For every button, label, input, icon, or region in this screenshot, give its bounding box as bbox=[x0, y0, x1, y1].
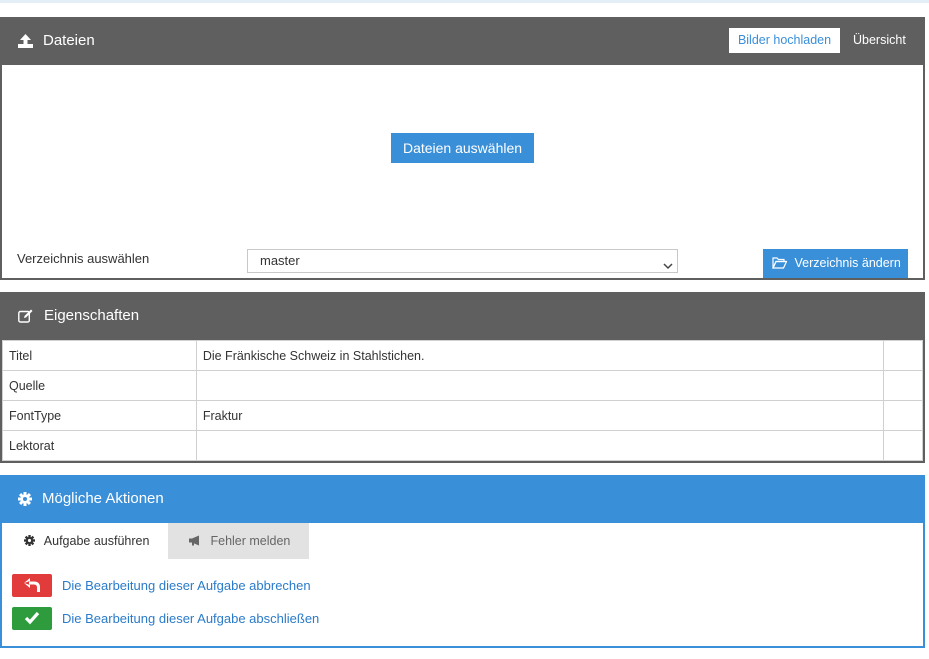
property-value bbox=[195, 430, 885, 461]
upload-images-button[interactable]: Bilder hochladen bbox=[729, 28, 840, 53]
table-row: Titel Die Fränkische Schweiz in Stahlsti… bbox=[2, 340, 923, 371]
property-extra bbox=[883, 370, 923, 401]
properties-panel: Eigenschaften Titel Die Fränkische Schwe… bbox=[0, 292, 925, 463]
top-strip bbox=[0, 0, 929, 3]
table-row: Quelle bbox=[2, 370, 923, 401]
actions-panel-header: Mögliche Aktionen bbox=[2, 475, 923, 523]
directory-select[interactable]: master bbox=[247, 249, 678, 273]
property-value: Fraktur bbox=[195, 400, 885, 431]
properties-table: Titel Die Fränkische Schweiz in Stahlsti… bbox=[2, 340, 923, 461]
files-panel: Dateien Bilder hochladen Übersicht Datei… bbox=[0, 17, 925, 280]
table-row: Lektorat bbox=[2, 430, 923, 461]
files-panel-header: Dateien Bilder hochladen Übersicht bbox=[2, 17, 923, 65]
table-row: FontType Fraktur bbox=[2, 400, 923, 431]
bullhorn-icon bbox=[188, 534, 210, 548]
tab-run-task[interactable]: Aufgabe ausführen bbox=[10, 523, 168, 559]
actions-panel: Mögliche Aktionen Aufgabe ausführen Fehl… bbox=[0, 475, 925, 648]
directory-label: Verzeichnis auswählen bbox=[17, 251, 150, 266]
finish-task-label: Die Bearbeitung dieser Aufgabe abschließ… bbox=[62, 611, 320, 626]
properties-panel-title: Eigenschaften bbox=[44, 307, 140, 324]
property-value bbox=[195, 370, 885, 401]
property-value: Die Fränkische Schweiz in Stahlstichen. bbox=[195, 340, 885, 371]
properties-panel-header: Eigenschaften bbox=[2, 292, 923, 340]
tab-report-error[interactable]: Fehler melden bbox=[168, 523, 309, 559]
property-key: FontType bbox=[2, 400, 197, 431]
directory-select-value: master bbox=[260, 253, 300, 268]
tab-report-error-label: Fehler melden bbox=[210, 534, 291, 548]
property-extra bbox=[883, 400, 923, 431]
property-extra bbox=[883, 340, 923, 371]
finish-badge bbox=[12, 607, 52, 630]
upload-icon bbox=[18, 34, 33, 48]
property-key: Quelle bbox=[2, 370, 197, 401]
select-files-button[interactable]: Dateien auswählen bbox=[391, 133, 534, 163]
gear-icon bbox=[24, 534, 44, 548]
files-panel-title: Dateien bbox=[43, 32, 95, 49]
abort-badge bbox=[12, 574, 52, 597]
property-key: Lektorat bbox=[2, 430, 197, 461]
change-directory-button[interactable]: Verzeichnis ändern bbox=[763, 249, 908, 278]
overview-link[interactable]: Übersicht bbox=[853, 33, 906, 47]
edit-icon bbox=[18, 309, 33, 323]
chevron-down-icon bbox=[663, 256, 673, 270]
property-extra bbox=[883, 430, 923, 461]
change-directory-label: Verzeichnis ändern bbox=[794, 256, 901, 270]
actions-panel-title: Mögliche Aktionen bbox=[42, 490, 164, 507]
property-key: Titel bbox=[2, 340, 197, 371]
abort-task-label: Die Bearbeitung dieser Aufgabe abbrechen bbox=[62, 578, 311, 593]
gear-icon bbox=[18, 492, 33, 506]
folder-open-icon bbox=[772, 256, 794, 270]
tab-run-task-label: Aufgabe ausführen bbox=[43, 534, 150, 548]
